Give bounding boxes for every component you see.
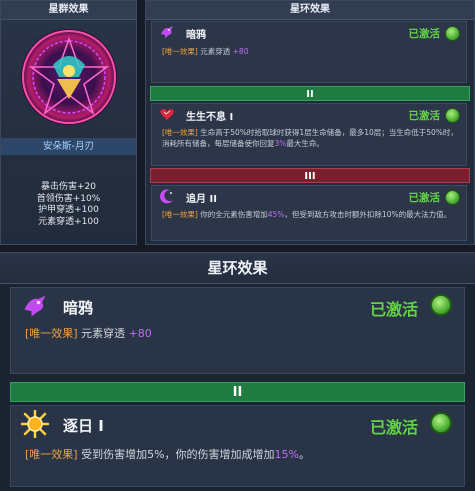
unique-effect-tag: [唯一效果] bbox=[25, 448, 78, 461]
ring-skill-card-crow[interactable]: 暗鸦 已激活 [唯一效果] 元素穿透 +80 bbox=[151, 21, 467, 83]
desc-value: 45% bbox=[267, 210, 285, 219]
hero-name-label: 安朵斯-月刃 bbox=[1, 138, 136, 155]
skill-description: [唯一效果] 元素穿透 +80 bbox=[162, 47, 458, 58]
crow-icon bbox=[161, 26, 173, 38]
constellation-emblem-icon bbox=[21, 29, 117, 125]
skill-name: 追月 II bbox=[186, 194, 217, 205]
constellation-stats: 暴击伤害+20 首领伤害+10% 护甲穿透+100 元素穿透+100 bbox=[1, 182, 136, 228]
active-status: 已激活 bbox=[369, 418, 418, 437]
stat-crit-damage: 暴击伤害+20 bbox=[41, 182, 96, 192]
active-status: 已激活 bbox=[369, 300, 418, 319]
skill-name: 暗鸦 bbox=[63, 299, 94, 317]
ring-skill-card-regen[interactable]: 生生不息 I 已激活 [唯一效果] 生命高于50%时拾取球时获得1层生命储备，最… bbox=[151, 103, 467, 166]
heart-regen-icon bbox=[160, 109, 174, 120]
skill-description: [唯一效果] 生命高于50%时拾取球时获得1层生命储备，最多10层；当生命低于5… bbox=[162, 128, 458, 149]
active-status: 已激活 bbox=[408, 192, 441, 204]
active-status: 已激活 bbox=[408, 28, 441, 40]
unique-effect-tag: [唯一效果] bbox=[162, 47, 198, 56]
desc-text-end: 。 bbox=[299, 448, 310, 461]
active-indicator-icon bbox=[430, 412, 452, 434]
desc-text: 元素穿透 bbox=[81, 327, 126, 340]
tier-iii-divider: III bbox=[150, 168, 470, 183]
active-status: 已激活 bbox=[408, 110, 441, 122]
active-indicator-icon bbox=[445, 108, 460, 123]
stat-boss-damage: 首领伤害+10% bbox=[36, 193, 101, 204]
stat-element-pen: 元素穿透+100 bbox=[38, 216, 99, 227]
unique-effect-tag: [唯一效果] bbox=[162, 210, 198, 219]
desc-value: +80 bbox=[232, 47, 249, 56]
skill-name: 逐日 I bbox=[63, 417, 104, 435]
unique-effect-tag: [唯一效果] bbox=[25, 327, 78, 340]
desc-text: 你的全元素伤害增加 bbox=[200, 210, 268, 219]
skill-description: [唯一效果] 你的全元素伤害增加45%，但受到敌方攻击时额外扣除10%的最大法力… bbox=[162, 210, 458, 221]
desc-value: 3% bbox=[274, 138, 287, 148]
tier-ii-divider-large: II bbox=[10, 382, 465, 402]
moon-chase-icon bbox=[160, 189, 173, 204]
stat-armor-pen: 护甲穿透+100 bbox=[38, 205, 99, 215]
unique-effect-tag: [唯一效果] bbox=[162, 128, 198, 137]
skill-name: 暗鸦 bbox=[186, 30, 206, 41]
desc-text: 受到伤害增加5%，你的伤害增加成增加 bbox=[81, 448, 275, 461]
skill-description: [唯一效果] 受到伤害增加5%，你的伤害增加成增加15%。 bbox=[25, 446, 310, 462]
desc-value: +80 bbox=[128, 327, 152, 340]
desc-text-end: 最大生命。 bbox=[286, 138, 324, 148]
sun-chase-icon bbox=[21, 410, 49, 438]
ring-effects-title: 星环效果 bbox=[146, 1, 474, 20]
desc-value: 15% bbox=[274, 448, 299, 461]
constellation-panel: 星群效果 安朵斯-月刃 暴击伤害+20 首领伤害+10% 护甲穿透+100 元素… bbox=[0, 0, 137, 245]
active-indicator-icon bbox=[445, 190, 460, 205]
skill-name: 生生不息 I bbox=[186, 112, 234, 123]
zoomed-skill-card-sun[interactable]: 逐日 I 已激活 [唯一效果] 受到伤害增加5%，你的伤害增加成增加15%。 bbox=[10, 405, 465, 487]
zoomed-ring-title: 星环效果 bbox=[0, 253, 475, 284]
desc-text-end: ，但受到敌方攻击时额外扣除10%的最大法力值。 bbox=[284, 210, 452, 219]
ring-skill-card-moon[interactable]: 追月 II 已激活 [唯一效果] 你的全元素伤害增加45%，但受到敌方攻击时额外… bbox=[151, 185, 467, 241]
tier-ii-divider: II bbox=[150, 86, 470, 101]
active-indicator-icon bbox=[430, 294, 452, 316]
zoomed-skill-card-crow[interactable]: 暗鸦 已激活 [唯一效果] 元素穿透 +80 bbox=[10, 287, 465, 374]
desc-text: 元素穿透 bbox=[200, 47, 231, 56]
active-indicator-icon bbox=[445, 26, 460, 41]
constellation-title: 星群效果 bbox=[1, 1, 136, 20]
skill-description: [唯一效果] 元素穿透 +80 bbox=[25, 325, 152, 341]
crow-icon bbox=[24, 295, 46, 317]
